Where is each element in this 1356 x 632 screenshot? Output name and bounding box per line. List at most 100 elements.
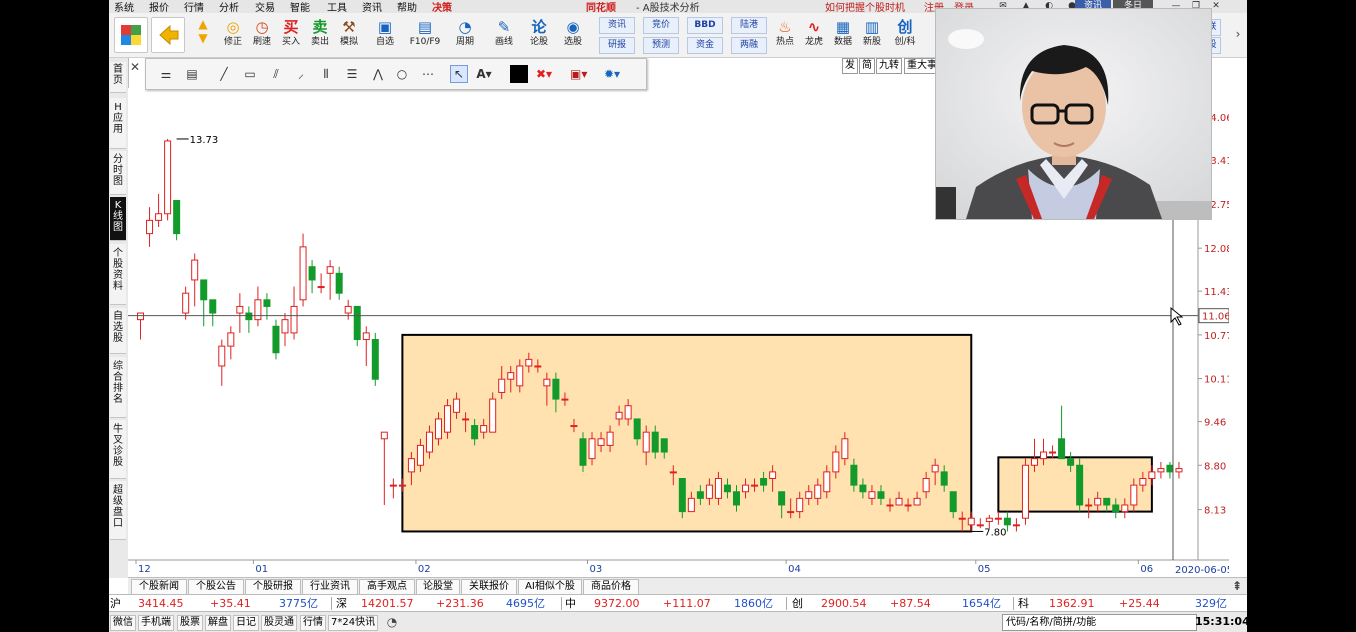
more-icon[interactable]: ⋯ xyxy=(420,66,436,82)
fan-lines-icon[interactable]: ⫽ xyxy=(268,66,284,82)
box-margin[interactable]: 两融 xyxy=(731,37,767,54)
tab-watchlist[interactable]: 自选股 xyxy=(110,308,126,354)
tab-forum[interactable]: 论股堂 xyxy=(416,579,460,595)
tab-ranking[interactable]: 综合排名 xyxy=(110,357,126,418)
toolbar-btn-pick-stock[interactable]: ◉ 选股 xyxy=(556,15,590,55)
promo-link[interactable]: 如何把握个股时机 xyxy=(825,0,905,14)
tab-related-quotes[interactable]: 关联报价 xyxy=(461,579,517,595)
menu-trade[interactable]: 交易 xyxy=(255,0,275,14)
save-drawing-icon[interactable]: ▣▾ xyxy=(570,66,587,82)
layout-color-button[interactable] xyxy=(114,17,148,53)
toolbar-btn-dragon[interactable]: ∿ 龙虎 xyxy=(800,15,828,55)
status-diary[interactable]: 日记 xyxy=(233,615,259,631)
toolbar-btn-f10[interactable]: ▤ F10/F9 xyxy=(407,15,443,55)
gann-icon[interactable]: ⸝ xyxy=(293,66,309,82)
toolbar-btn-sell[interactable]: 卖 卖出 xyxy=(306,15,334,55)
parallel-lines-icon[interactable]: ⚌ xyxy=(158,66,174,82)
menu-system[interactable]: 系统 xyxy=(114,0,134,14)
menu-quotes[interactable]: 报价 xyxy=(149,0,169,14)
rectangle-icon[interactable]: ▭ xyxy=(242,66,258,82)
tab-super-panel[interactable]: 超级盘口 xyxy=(110,481,126,540)
candle-body xyxy=(1076,464,1084,506)
period-icon: ◔ xyxy=(458,18,472,36)
toolbar-btn-growth[interactable]: 创 创/科 xyxy=(888,15,922,55)
cycle-lines-icon[interactable]: ⦀ xyxy=(318,66,334,82)
tab-kline[interactable]: K线图 xyxy=(110,197,126,241)
chevron-right-icon[interactable]: › xyxy=(1231,27,1245,41)
tab-stock-profile[interactable]: 个股资料 xyxy=(110,244,126,305)
status-wechat[interactable]: 微信 xyxy=(110,615,136,631)
menu-decision[interactable]: 决策 xyxy=(432,0,452,14)
status-guling[interactable]: 股灵通 xyxy=(261,615,297,631)
index-name[interactable]: 科 xyxy=(1018,595,1029,612)
toolbar-btn-fix[interactable]: ◎ 修正 xyxy=(219,15,247,55)
toolbar-btn-period[interactable]: ◔ 周期 xyxy=(448,15,482,55)
status-stock[interactable]: 股票 xyxy=(177,615,203,631)
tab-expert-views[interactable]: 高手观点 xyxy=(359,579,415,595)
code-search-input[interactable]: 代码/名称/简拼/功能 xyxy=(1002,614,1197,631)
toolbar-btn-simulate[interactable]: ⚒ 模拟 xyxy=(335,15,363,55)
circle-icon[interactable]: ○ xyxy=(394,66,410,82)
tab-intraday[interactable]: 分时图 xyxy=(110,151,126,195)
tab-industry-news[interactable]: 行业资讯 xyxy=(302,579,358,595)
menu-market[interactable]: 行情 xyxy=(184,0,204,14)
tab-ai-similar[interactable]: AI相似个股 xyxy=(518,579,582,595)
box-auction[interactable]: 竞价 xyxy=(643,17,679,34)
status-flash-news[interactable]: 7*24快讯 xyxy=(328,615,379,631)
back-button[interactable] xyxy=(151,17,185,53)
toolbar-btn-discuss[interactable]: 论 论股 xyxy=(525,15,553,55)
box-research[interactable]: 研报 xyxy=(599,37,635,54)
fibonacci-icon[interactable]: ☰ xyxy=(344,66,360,82)
tab-stock-news[interactable]: 个股新闻 xyxy=(131,579,187,595)
channel-icon[interactable]: ▤ xyxy=(184,66,200,82)
menu-smart[interactable]: 智能 xyxy=(290,0,310,14)
status-market[interactable]: 行情 xyxy=(300,615,326,631)
tab-research[interactable]: 个股研报 xyxy=(245,579,301,595)
toolbar-btn-buy[interactable]: 买 买入 xyxy=(277,15,305,55)
tab-commodity[interactable]: 商品价格 xyxy=(583,579,639,595)
status-commentary[interactable]: 解盘 xyxy=(205,615,231,631)
line-icon[interactable]: ╱ xyxy=(216,66,232,82)
index-name[interactable]: 中 xyxy=(565,595,576,612)
box-funds[interactable]: 资金 xyxy=(687,37,723,54)
tag-item[interactable]: 简 xyxy=(859,58,875,74)
menu-analysis[interactable]: 分析 xyxy=(219,0,239,14)
wave-icon[interactable]: ⋀ xyxy=(370,66,386,82)
index-name[interactable]: 深 xyxy=(336,595,347,612)
candle-body xyxy=(678,478,686,513)
index-name[interactable]: 沪 xyxy=(110,595,121,612)
chat-bubble-icon[interactable]: ◔ xyxy=(385,615,399,629)
collapse-icon[interactable]: ⇞ xyxy=(1230,579,1244,593)
text-tool-icon[interactable]: A▾ xyxy=(476,66,492,82)
status-mobile[interactable]: 手机端 xyxy=(138,615,174,631)
toolbar-btn-data[interactable]: ▦ 数据 xyxy=(829,15,857,55)
pointer-icon[interactable]: ↖ xyxy=(450,65,468,83)
box-forecast[interactable]: 预测 xyxy=(643,37,679,54)
toolbar-btn-draw[interactable]: ✎ 画线 xyxy=(487,15,521,55)
toolbar-btn-new-stock[interactable]: ▥ 新股 xyxy=(858,15,886,55)
delete-icon[interactable]: ✖▾ xyxy=(536,66,552,82)
tab-home[interactable]: 首页 xyxy=(110,62,126,93)
tab-announcements[interactable]: 个股公告 xyxy=(188,579,244,595)
box-news[interactable]: 资讯 xyxy=(599,17,635,34)
menu-news[interactable]: 资讯 xyxy=(362,0,382,14)
tag-item[interactable]: 发 xyxy=(842,58,858,74)
box-hk-connect[interactable]: 陆港 xyxy=(731,17,767,34)
candle-body xyxy=(227,332,235,347)
index-name[interactable]: 创 xyxy=(792,595,803,612)
close-panel-icon[interactable]: ✕ xyxy=(128,60,142,74)
candle-body xyxy=(1094,497,1102,506)
settings-gear-icon[interactable]: ✹▾ xyxy=(604,66,620,82)
tag-item[interactable]: 九转 xyxy=(876,58,902,74)
toolbar-btn-watchlist[interactable]: ▣ 自选 xyxy=(368,15,402,55)
tab-diagnosis[interactable]: 牛叉诊股 xyxy=(110,420,126,479)
page-up-down-button[interactable]: ▲ ▼ xyxy=(189,15,217,55)
menu-tools[interactable]: 工具 xyxy=(327,0,347,14)
toolbar-label: 数据 xyxy=(833,37,852,47)
color-swatch-icon[interactable] xyxy=(510,65,528,83)
toolbar-btn-hot[interactable]: ♨ 热点 xyxy=(771,15,799,55)
tab-apps[interactable]: H应用 xyxy=(110,98,126,149)
toolbar-btn-refresh[interactable]: ◷ 刷速 xyxy=(248,15,276,55)
menu-help[interactable]: 帮助 xyxy=(397,0,417,14)
box-bbd[interactable]: BBD xyxy=(687,17,723,34)
